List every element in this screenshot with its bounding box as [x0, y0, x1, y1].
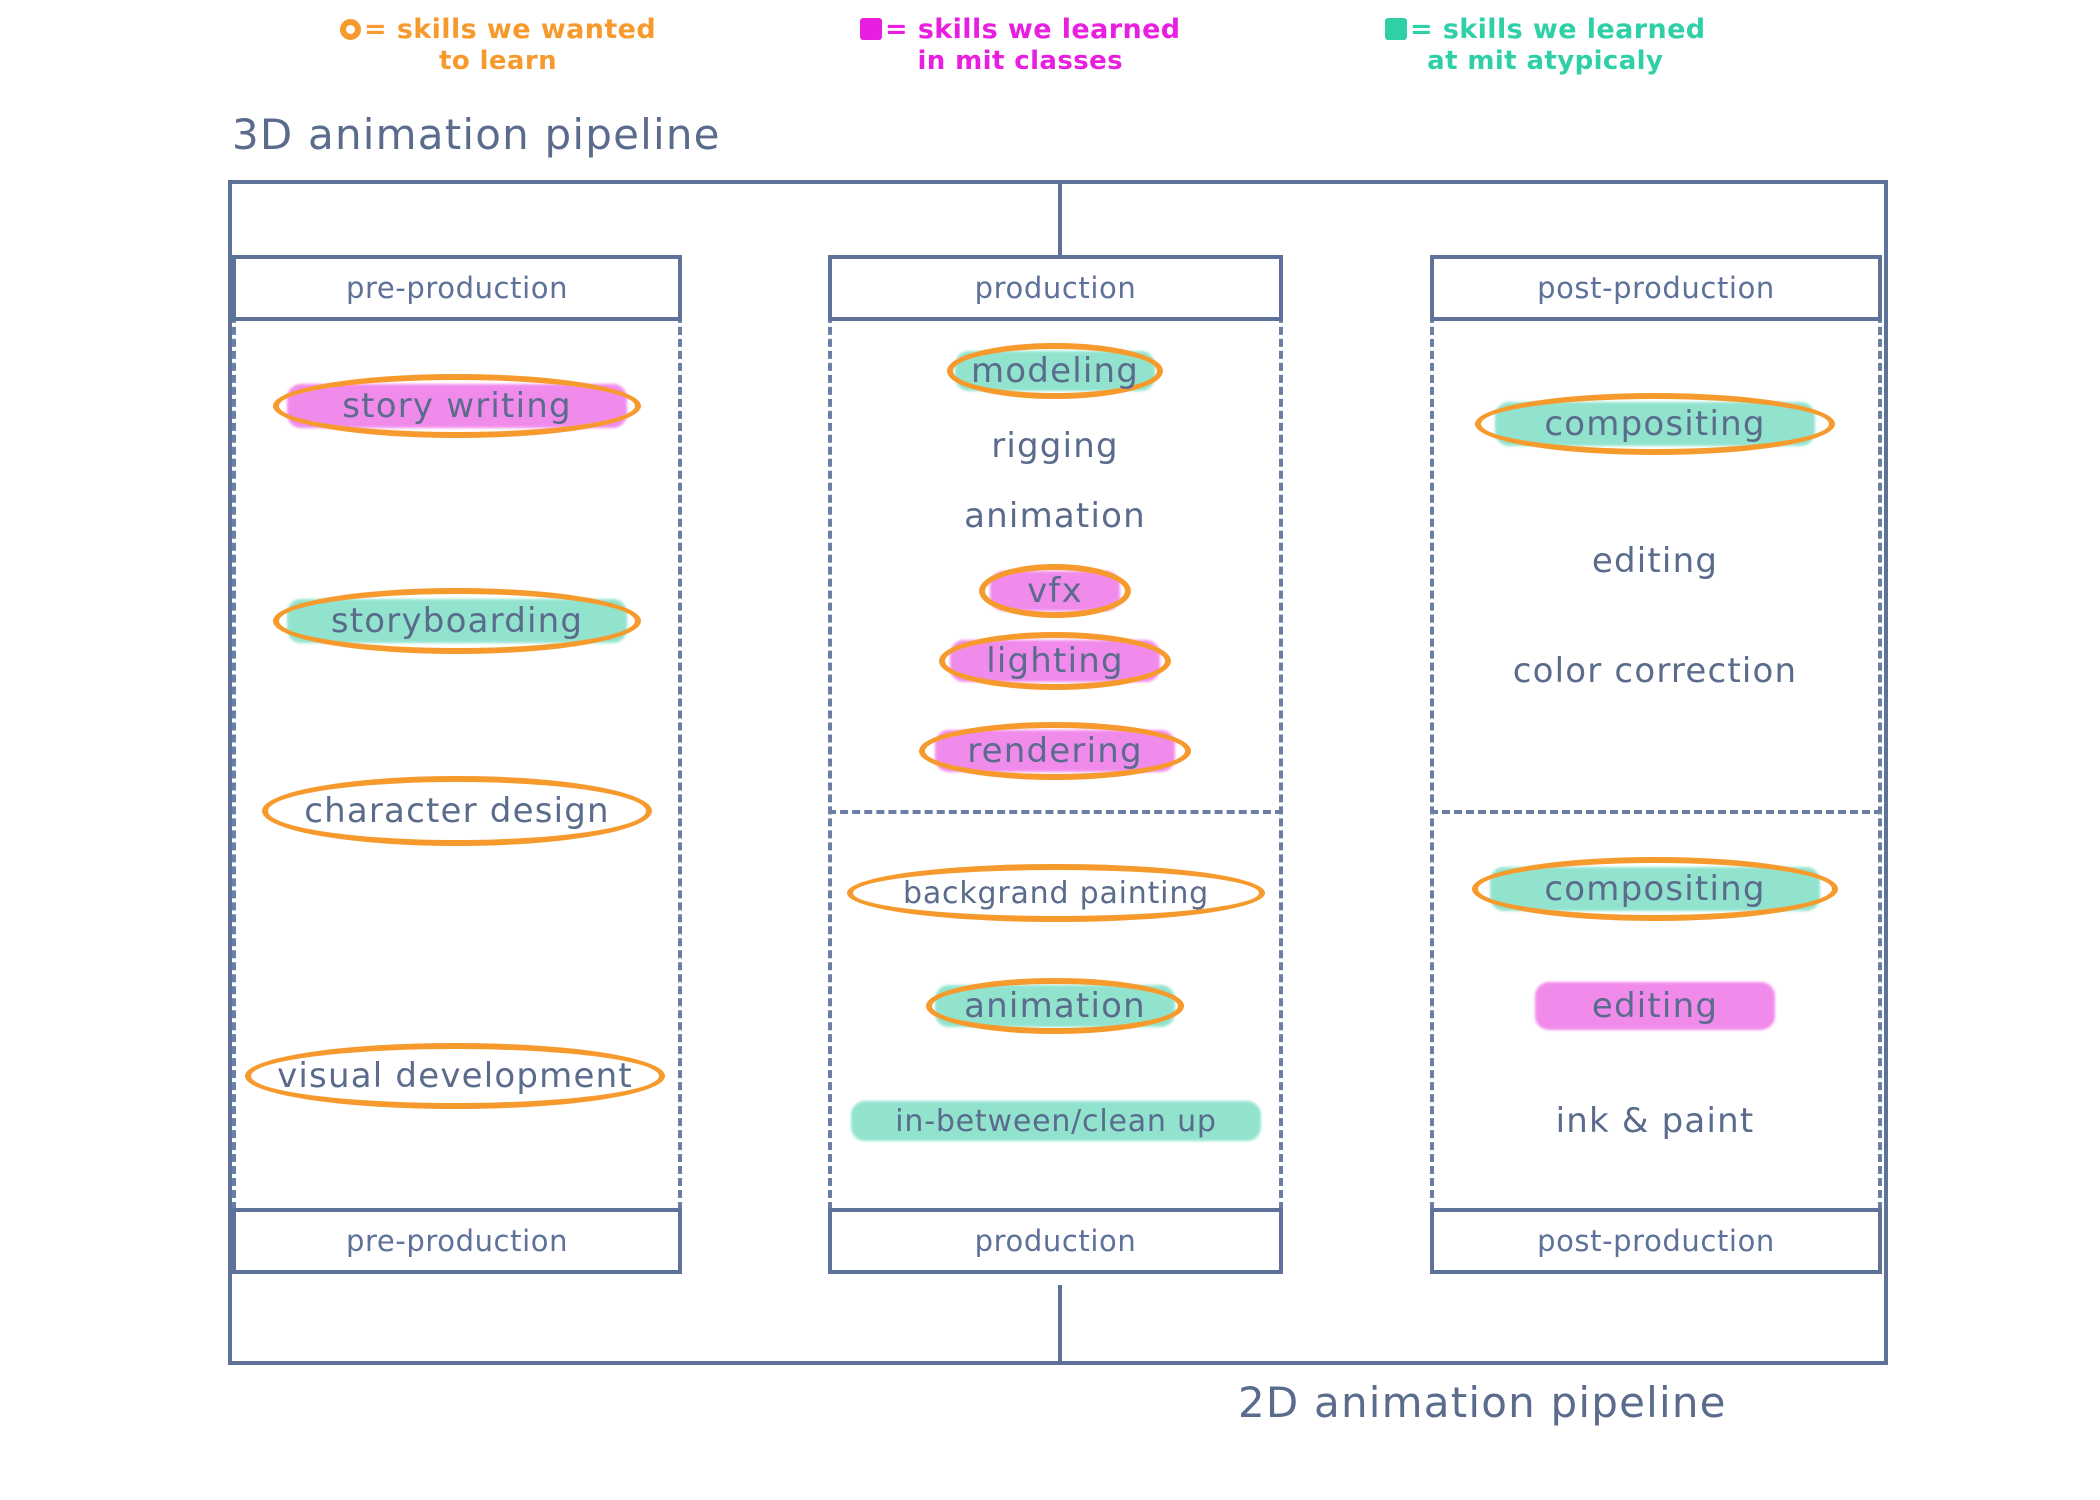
frame-top-divider	[1058, 184, 1062, 260]
legend-line1: = skills we learned	[1410, 14, 1706, 45]
legend-line2: to learn	[439, 45, 558, 76]
skill-label: visual development	[277, 1056, 633, 1096]
footer-pre-production: pre-production	[232, 1208, 682, 1274]
skill-item: compositing	[1450, 855, 1860, 923]
footer-label: pre-production	[345, 1224, 569, 1258]
pipeline-title-2d: 2D animation pipeline	[1238, 1378, 1727, 1427]
header-label: post-production	[1537, 271, 1775, 305]
footer-post-production: post-production	[1430, 1208, 1882, 1274]
legend-line2: at mit atypicaly	[1427, 45, 1664, 76]
header-label: pre-production	[345, 271, 569, 305]
skill-label: backgrand painting	[903, 875, 1209, 911]
skill-item: in-between/clean up	[846, 1090, 1266, 1152]
skill-item: editing	[1450, 975, 1860, 1037]
skill-label: editing	[1591, 986, 1719, 1026]
skill-item: ink & paint	[1450, 1090, 1860, 1152]
footer-label: post-production	[1537, 1224, 1775, 1258]
skill-item: character design	[252, 775, 662, 847]
skill-label: in-between/clean up	[895, 1103, 1217, 1139]
skill-item: color correction	[1450, 640, 1860, 702]
skill-label: rigging	[991, 426, 1119, 466]
legend-line1: = skills we learned	[885, 14, 1181, 45]
skill-label: story writing	[342, 386, 572, 426]
footer-production: production	[828, 1208, 1283, 1274]
skill-item: rigging	[880, 415, 1230, 477]
skill-item: animation	[880, 975, 1230, 1037]
legend-line1: = skills we wanted	[364, 14, 657, 45]
header-post-production: post-production	[1430, 255, 1882, 321]
frame-bottom-divider	[1058, 1285, 1062, 1365]
ring-icon	[340, 19, 361, 40]
skill-item: storyboarding	[252, 585, 662, 657]
skill-item: vfx	[880, 560, 1230, 622]
skill-item: editing	[1450, 530, 1860, 592]
legend-item-wanted: = skills we wanted to learn	[340, 14, 656, 77]
skill-label: ink & paint	[1555, 1101, 1755, 1141]
skill-item: visual development	[240, 1040, 670, 1112]
skill-label: compositing	[1544, 869, 1766, 909]
skill-label: storyboarding	[330, 601, 584, 641]
pipeline-title-3d: 3D animation pipeline	[232, 110, 721, 159]
legend-item-mit-atypical: = skills we learned at mit atypicaly	[1385, 14, 1706, 77]
skill-label: animation	[964, 496, 1146, 536]
legend-item-mit-classes: = skills we learned in mit classes	[860, 14, 1181, 77]
skill-item: modeling	[880, 340, 1230, 402]
square-icon	[860, 18, 882, 40]
skill-label: animation	[964, 986, 1146, 1026]
square-icon	[1385, 18, 1407, 40]
header-label: production	[974, 271, 1137, 305]
header-production: production	[828, 255, 1283, 321]
footer-label: production	[974, 1224, 1137, 1258]
skill-label: character design	[304, 791, 610, 831]
skill-label: lighting	[986, 641, 1124, 681]
skill-label: modeling	[970, 351, 1140, 391]
skill-label: editing	[1591, 541, 1719, 581]
skill-item: animation	[880, 485, 1230, 547]
legend: = skills we wanted to learn = skills we …	[0, 8, 2100, 88]
skill-item: lighting	[880, 630, 1230, 692]
skill-label: rendering	[967, 731, 1143, 771]
legend-line2: in mit classes	[917, 45, 1123, 76]
post-production-section-split	[1430, 810, 1882, 814]
production-section-split	[828, 810, 1283, 814]
skill-label: compositing	[1544, 404, 1766, 444]
skill-item: rendering	[880, 720, 1230, 782]
skill-label: color correction	[1512, 651, 1798, 691]
skill-label: vfx	[1027, 571, 1083, 611]
skill-item: story writing	[252, 370, 662, 442]
header-pre-production: pre-production	[232, 255, 682, 321]
skill-item: backgrand painting	[846, 862, 1266, 924]
skill-item: compositing	[1450, 390, 1860, 458]
